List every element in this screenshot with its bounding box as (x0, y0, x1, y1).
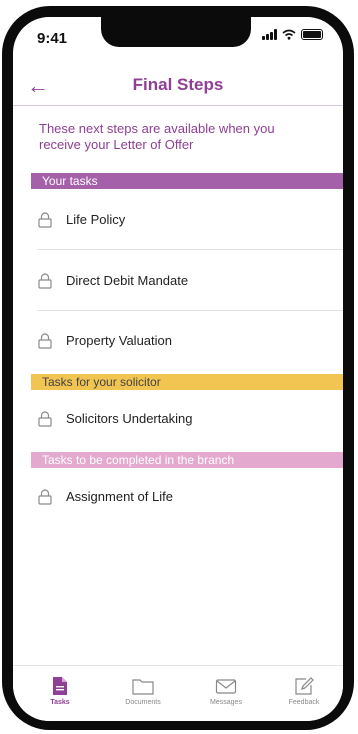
lock-icon (38, 489, 52, 505)
status-time: 9:41 (37, 30, 68, 47)
pencil-square-icon (295, 677, 314, 695)
lock-icon (38, 333, 52, 349)
section-header-solicitor: Tasks for your solicitor (31, 374, 343, 390)
tab-feedback[interactable]: Feedback (269, 676, 339, 706)
lock-icon (38, 273, 52, 289)
tab-label: Documents (125, 699, 161, 706)
signal-icon (262, 29, 277, 40)
envelope-icon (215, 679, 237, 694)
wifi-icon (282, 29, 296, 40)
task-label: Life Policy (66, 212, 126, 227)
section-header-branch: Tasks to be completed in the branch (31, 452, 343, 468)
nav-header: ← Final Steps (13, 69, 343, 106)
status-icons (262, 29, 323, 40)
task-label: Solicitors Undertaking (66, 411, 193, 426)
task-label: Direct Debit Mandate (66, 273, 189, 288)
tab-label: Tasks (50, 699, 70, 706)
task-row[interactable]: Direct Debit Mandate (31, 271, 343, 291)
divider (37, 310, 343, 311)
task-row[interactable]: Property Valuation (31, 331, 343, 351)
page-title: Final Steps (132, 75, 224, 94)
lock-icon (38, 411, 52, 427)
folder-icon (132, 679, 154, 695)
tab-label: Messages (210, 699, 242, 706)
document-filled-icon (53, 677, 67, 695)
battery-icon (301, 29, 323, 40)
task-row[interactable]: Assignment of Life (31, 487, 343, 507)
tab-messages[interactable]: Messages (191, 676, 261, 706)
task-label: Assignment of Life (66, 489, 173, 504)
tab-documents[interactable]: Documents (108, 676, 178, 706)
task-row[interactable]: Life Policy (31, 210, 343, 230)
task-label: Property Valuation (66, 333, 172, 348)
phone-notch (101, 17, 251, 47)
task-row[interactable]: Solicitors Undertaking (31, 409, 343, 429)
tab-bar: Tasks Documents Messages Feedback (13, 665, 343, 721)
tab-tasks[interactable]: Tasks (25, 676, 95, 706)
lock-icon (38, 212, 52, 228)
divider (37, 249, 343, 250)
intro-text: These next steps are available when you … (39, 121, 275, 152)
tab-label: Feedback (288, 699, 320, 706)
phone-mockup: 9:41 ← Final Steps These next steps are … (0, 0, 358, 734)
section-header-your-tasks: Your tasks (31, 173, 343, 189)
app-screen: 9:41 ← Final Steps These next steps are … (13, 17, 343, 721)
